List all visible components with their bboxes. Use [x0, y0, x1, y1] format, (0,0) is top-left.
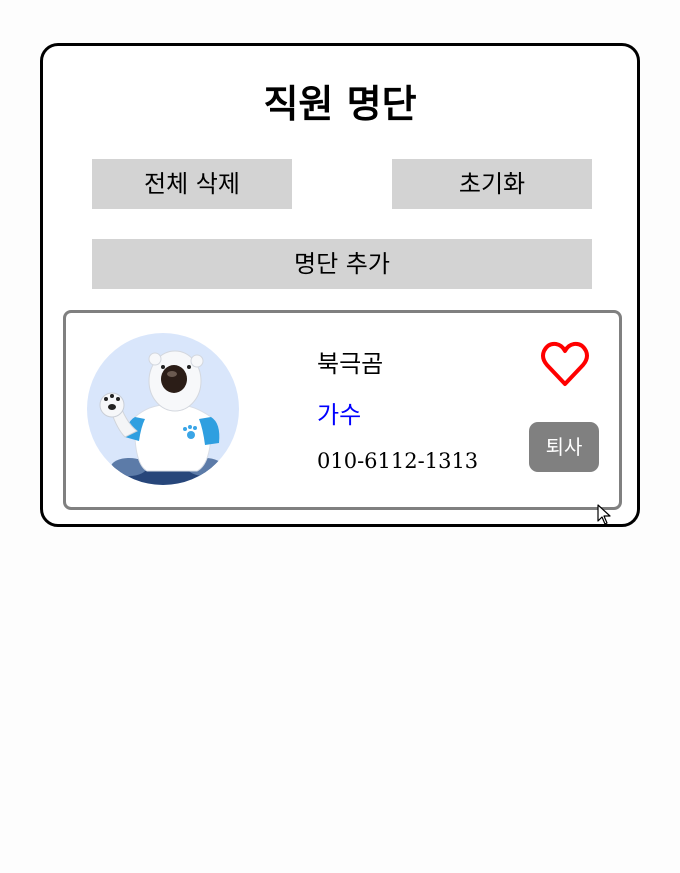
employee-phone: 010-6112-1313: [317, 449, 479, 473]
employee-name: 북극곰: [317, 350, 384, 378]
employee-job: 가수: [317, 401, 362, 429]
staff-roster-panel: 직원 명단 전체 삭제 초기화 명단 추가 북극곰 가수 010-6112-13…: [40, 43, 640, 527]
employee-card: 북극곰 가수 010-6112-1313 퇴사: [63, 310, 622, 510]
reset-button[interactable]: 초기화: [392, 159, 592, 209]
avatar: [87, 333, 239, 485]
polar-bear-avatar-image: [99, 350, 227, 485]
page-title: 직원 명단: [263, 82, 417, 126]
leave-button[interactable]: 퇴사: [529, 422, 599, 472]
add-roster-button[interactable]: 명단 추가: [92, 239, 592, 289]
delete-all-button[interactable]: 전체 삭제: [92, 159, 292, 209]
mouse-cursor-icon: [597, 504, 613, 526]
heart-icon[interactable]: [540, 339, 590, 389]
